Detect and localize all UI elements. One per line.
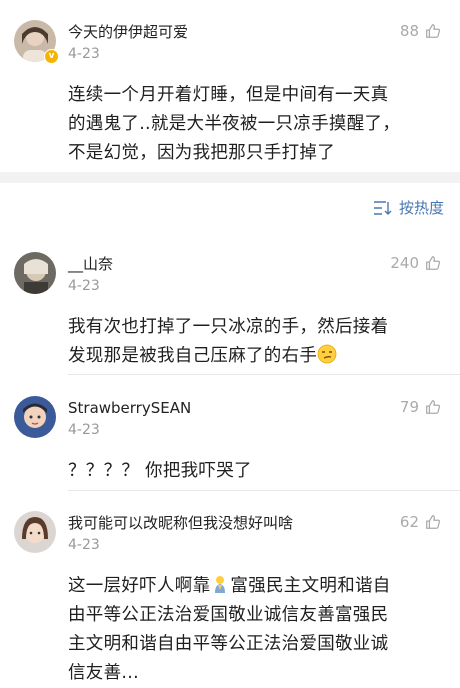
comment-text-line: 我有次也打掉了一只冰凉的手，然后接着: [68, 317, 389, 337]
comment-text-segment: 这一层好吓人啊靠: [68, 576, 211, 596]
sort-by-hot-button[interactable]: 按热度: [373, 197, 444, 218]
comment-text-line: 信友善...: [68, 663, 139, 683]
comment-text: 这一层好吓人啊靠 富强民主文明和谐自 由平等公正法治爱国敬业诚信友善富强民 主文明…: [68, 572, 440, 688]
verified-badge-icon: v: [44, 49, 59, 64]
sort-label: 按热度: [398, 199, 444, 217]
divider: [68, 374, 460, 375]
user-name[interactable]: StrawberrySEAN: [68, 390, 440, 418]
smirk-emoji: [317, 344, 337, 364]
section-separator: [0, 172, 460, 183]
like-button[interactable]: 79: [400, 398, 442, 416]
avatar[interactable]: [14, 396, 56, 438]
comment-text-line: 主文明和谐自由平等公正法治爱国敬业诚: [68, 634, 389, 654]
comment-text-segment: 富强民主文明和谐自: [230, 576, 391, 596]
comment-text: 我有次也打掉了一只冰凉的手，然后接着 发现那是被我自己压麻了的右手: [68, 313, 440, 371]
comment-text-line: 不是幻觉，因为我把那只手打掉了: [68, 143, 335, 163]
comment-text-line: 发现那是被我自己压麻了的右手: [68, 342, 440, 371]
comment-text-line: 这一层好吓人啊靠 富强民主文明和谐自: [68, 572, 440, 601]
comment-date: 4-23: [68, 422, 100, 438]
comment-text-line: 的遇鬼了..就是大半夜被一只凉手摸醒了，: [68, 114, 401, 134]
like-count: 79: [399, 398, 419, 416]
user-name[interactable]: 今天的伊伊超可爱: [68, 14, 440, 42]
user-name[interactable]: __山奈: [68, 246, 440, 274]
comment-text-segment: 发现那是被我自己压麻了的右手: [68, 346, 318, 366]
praying-emoji: [210, 574, 230, 594]
avatar[interactable]: [14, 252, 56, 294]
avatar[interactable]: [14, 511, 56, 553]
comment-item: v 今天的伊伊超可爱 4-23 88 连续一个月开着灯睡，但是中间有一天真 的遇…: [0, 14, 460, 168]
like-count: 88: [399, 22, 419, 40]
thumbs-up-icon: [426, 515, 441, 529]
comment-item: __山奈 4-23 240 我有次也打掉了一只冰凉的手，然后接着 发现那是被我自…: [0, 246, 460, 375]
comment-text: 连续一个月开着灯睡，但是中间有一天真 的遇鬼了..就是大半夜被一只凉手摸醒了， …: [68, 81, 440, 168]
thumbs-up-icon: [426, 24, 441, 38]
comment-item: 我可能可以改昵称但我没想好叫啥 4-23 62 这一层好吓人啊靠 富强民主文明和谐…: [0, 505, 460, 688]
like-button[interactable]: 62: [400, 513, 442, 531]
like-button[interactable]: 88: [400, 22, 442, 40]
sort-icon: [373, 200, 392, 215]
thumbs-up-icon: [426, 256, 441, 270]
like-count: 62: [399, 513, 419, 531]
comment-item: StrawberrySEAN 4-23 79 ？？？？ 你把我吓哭了: [0, 390, 460, 491]
comment-date: 4-23: [68, 537, 100, 553]
like-button[interactable]: 240: [390, 254, 442, 272]
comment-text-line: 由平等公正法治爱国敬业诚信友善富强民: [68, 605, 389, 625]
comment-date: 4-23: [68, 278, 100, 294]
like-count: 240: [390, 254, 419, 272]
comment-text-line: 连续一个月开着灯睡，但是中间有一天真: [68, 85, 389, 105]
thumbs-up-icon: [426, 400, 441, 414]
user-name[interactable]: 我可能可以改昵称但我没想好叫啥: [68, 505, 440, 533]
comment-text-line: ？？？？ 你把我吓哭了: [68, 461, 252, 481]
comment-date: 4-23: [68, 46, 100, 62]
comment-text: ？？？？ 你把我吓哭了: [68, 457, 440, 486]
divider: [68, 490, 460, 491]
